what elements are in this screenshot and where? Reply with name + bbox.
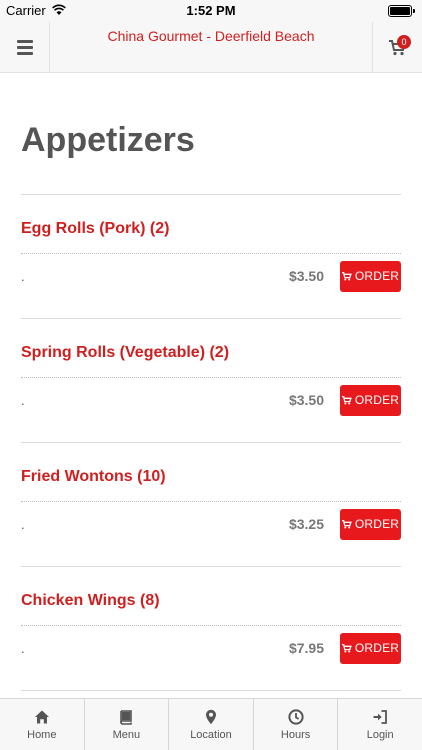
item-description: .	[21, 393, 25, 408]
dotted-divider	[21, 377, 401, 378]
item-price: $3.50	[288, 268, 324, 284]
order-button[interactable]: ORDER	[340, 261, 401, 292]
item-name: Chicken Wings (8)	[21, 592, 160, 609]
item-name: Egg Rolls (Pork) (2)	[21, 220, 170, 237]
cart-icon	[341, 395, 352, 405]
status-bar: Carrier 1:52 PM	[0, 0, 422, 22]
dotted-divider	[21, 625, 401, 626]
dotted-divider	[21, 501, 401, 502]
app-header: China Gourmet - Deerfield Beach 0	[0, 22, 422, 73]
item-description: .	[21, 517, 25, 532]
nav-hours-label: Hours	[280, 729, 311, 741]
map-pin-icon	[205, 709, 216, 725]
menu-item: Chicken Wings (8) . $7.95 ORDER	[0, 567, 422, 691]
hamburger-menu-button[interactable]	[0, 22, 50, 72]
item-price: $3.25	[288, 516, 324, 532]
hamburger-icon-bar	[17, 46, 33, 49]
battery-icon	[388, 5, 415, 17]
item-price: $3.50	[288, 392, 324, 408]
restaurant-title: China Gourmet - Deerfield Beach	[107, 28, 315, 44]
login-icon	[373, 710, 388, 724]
item-name: Fried Wontons (10)	[21, 468, 166, 485]
menu-item: Spring Rolls (Vegetable) (2) . $3.50 ORD…	[0, 319, 422, 443]
clock-icon	[287, 709, 304, 725]
nav-menu-label: Menu	[112, 729, 141, 741]
item-description: .	[21, 641, 25, 656]
nav-location-label: Location	[190, 729, 232, 741]
item-name: Spring Rolls (Vegetable) (2)	[21, 344, 230, 361]
order-button[interactable]: ORDER	[340, 633, 401, 664]
order-button[interactable]: ORDER	[340, 509, 401, 540]
cart-button[interactable]: 0	[372, 22, 422, 72]
book-icon	[120, 710, 133, 725]
hamburger-icon-bar	[17, 52, 33, 55]
nav-home-label: Home	[27, 729, 57, 741]
item-price: $7.95	[288, 640, 324, 656]
order-button-label: ORDER	[354, 393, 400, 407]
section-title: Appetizers	[21, 121, 195, 159]
cart-icon	[341, 643, 352, 653]
home-icon	[34, 710, 49, 724]
item-description: .	[21, 269, 25, 284]
order-button-label: ORDER	[354, 269, 400, 283]
cart-count-badge: 0	[397, 35, 411, 49]
nav-home[interactable]: Home	[0, 699, 85, 750]
nav-login[interactable]: Login	[338, 699, 422, 750]
nav-hours[interactable]: Hours	[254, 699, 339, 750]
order-button-label: ORDER	[354, 641, 400, 655]
order-button-label: ORDER	[354, 517, 400, 531]
bottom-nav: Home Menu Location Hours Login	[0, 698, 422, 750]
dotted-divider	[21, 253, 401, 254]
menu-item: Egg Rolls (Pork) (2) . $3.50 ORDER	[0, 195, 422, 319]
order-button[interactable]: ORDER	[340, 385, 401, 416]
menu-item: Fried Wontons (10) . $3.25 ORDER	[0, 443, 422, 567]
nav-location[interactable]: Location	[169, 699, 254, 750]
hamburger-icon	[17, 40, 33, 43]
nav-login-label: Login	[366, 729, 394, 741]
divider	[21, 690, 401, 691]
clock-time: 1:52 PM	[186, 3, 236, 18]
cart-icon	[341, 519, 352, 529]
cart-icon	[341, 271, 352, 281]
menu-content[interactable]: Appetizers Egg Rolls (Pork) (2) . $3.50 …	[0, 73, 422, 698]
nav-menu[interactable]: Menu	[85, 699, 170, 750]
